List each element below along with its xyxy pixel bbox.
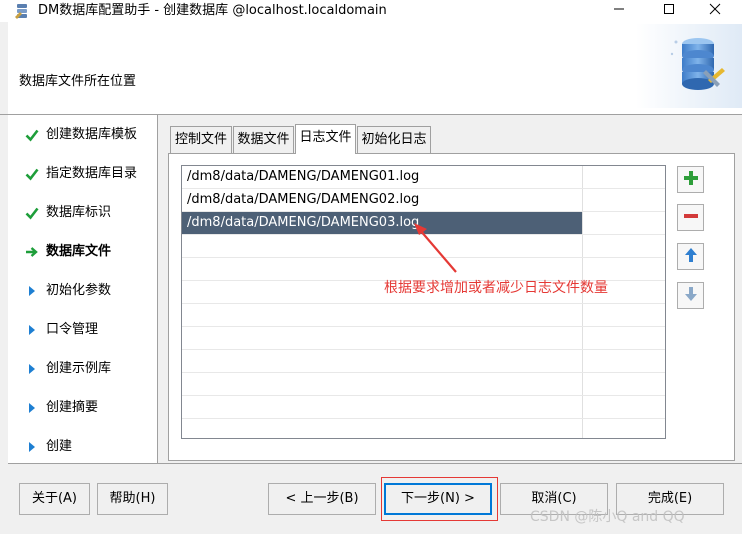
arrow-right-icon xyxy=(24,243,40,261)
empty-cell[interactable] xyxy=(182,327,583,349)
nav-item-db-identity: 数据库标识 xyxy=(8,201,158,225)
nav-item-init-params: 初始化参数 xyxy=(8,279,158,303)
page-title: 数据库文件所在位置 xyxy=(19,74,137,89)
minimize-icon xyxy=(613,3,625,19)
empty-cell[interactable] xyxy=(182,304,583,326)
header-edge xyxy=(0,22,8,114)
nav-item-label: 数据库标识 xyxy=(46,205,112,220)
table-cell[interactable] xyxy=(583,166,665,188)
footer-divider xyxy=(8,463,742,464)
table-row[interactable]: /dm8/data/DAMENG/DAMENG02.log xyxy=(182,189,665,212)
add-button[interactable] xyxy=(677,166,704,193)
empty-cell[interactable] xyxy=(182,373,583,395)
empty-row[interactable] xyxy=(182,419,665,438)
nav-item-label: 口令管理 xyxy=(46,322,99,337)
nav-item-db-files: 数据库文件 xyxy=(8,240,158,264)
triangle-right-icon xyxy=(24,399,40,417)
empty-row[interactable] xyxy=(182,396,665,419)
move-up-button[interactable] xyxy=(677,243,704,270)
minimize-button[interactable] xyxy=(596,0,642,22)
triangle-right-icon xyxy=(24,321,40,339)
empty-cell[interactable] xyxy=(182,350,583,372)
nav-item-label: 创建示例库 xyxy=(46,361,112,376)
maximize-icon xyxy=(663,3,675,19)
nav-item-label: 创建 xyxy=(46,439,73,454)
annotation-text: 根据要求增加或者减少日志文件数量 xyxy=(384,280,608,296)
nav-item-sample-db: 创建示例库 xyxy=(8,357,158,381)
empty-row[interactable] xyxy=(182,327,665,350)
empty-row[interactable] xyxy=(182,373,665,396)
help-button[interactable]: 帮助(H) xyxy=(97,483,168,515)
nav-item-create: 创建 xyxy=(8,435,158,459)
app-icon xyxy=(14,3,30,19)
check-icon xyxy=(24,126,40,144)
log-files-table[interactable]: /dm8/data/DAMENG/DAMENG01.log /dm8/data/… xyxy=(181,165,666,439)
triangle-right-icon xyxy=(24,438,40,456)
nav-item-label: 指定数据库目录 xyxy=(46,166,138,181)
annotation-highlight-box xyxy=(381,477,498,521)
move-down-button[interactable] xyxy=(677,282,704,309)
maximize-button[interactable] xyxy=(646,0,692,22)
minus-icon xyxy=(683,208,699,228)
prev-button[interactable]: < 上一步(B) xyxy=(268,483,376,515)
empty-cell[interactable] xyxy=(182,235,583,257)
check-icon xyxy=(24,165,40,183)
nav-item-summary: 创建摘要 xyxy=(8,396,158,420)
tab-data-files[interactable]: 数据文件 xyxy=(233,126,294,153)
window-title: DM数据库配置助手 - 创建数据库 @localhost.localdomain xyxy=(38,3,387,18)
step-navigation: 创建数据库模板 指定数据库目录 数据库标识 数据库文件 初始化参数 口令管理 创… xyxy=(8,115,158,463)
check-icon xyxy=(24,204,40,222)
close-icon xyxy=(709,3,721,19)
arrow-down-icon xyxy=(683,286,699,306)
arrow-up-icon xyxy=(683,247,699,267)
remove-button[interactable] xyxy=(677,204,704,231)
database-settings-icon xyxy=(636,24,742,108)
empty-row[interactable] xyxy=(182,350,665,373)
log-file-path[interactable]: /dm8/data/DAMENG/DAMENG03.log xyxy=(182,212,583,234)
table-cell[interactable] xyxy=(583,189,665,211)
log-file-path[interactable]: /dm8/data/DAMENG/DAMENG01.log xyxy=(182,166,583,188)
about-button[interactable]: 关于(A) xyxy=(19,483,90,515)
nav-item-password: 口令管理 xyxy=(8,318,158,342)
tab-control-files[interactable]: 控制文件 xyxy=(170,126,232,153)
annotation-arrow-icon xyxy=(414,223,457,273)
empty-cell[interactable] xyxy=(182,419,583,438)
nav-item-create-template: 创建数据库模板 xyxy=(8,123,158,147)
nav-item-label: 数据库文件 xyxy=(46,244,112,259)
nav-item-db-directory: 指定数据库目录 xyxy=(8,162,158,186)
tab-log-files[interactable]: 日志文件 xyxy=(295,124,356,154)
empty-row[interactable] xyxy=(182,304,665,327)
title-bar: DM数据库配置助手 - 创建数据库 @localhost.localdomain xyxy=(0,0,742,22)
nav-item-label: 创建摘要 xyxy=(46,400,99,415)
plus-icon xyxy=(683,170,699,190)
wizard-header: 数据库文件所在位置 xyxy=(0,22,742,114)
empty-cell[interactable] xyxy=(182,396,583,418)
table-row[interactable]: /dm8/data/DAMENG/DAMENG01.log xyxy=(182,166,665,189)
watermark: CSDN @陈小Q and QQ xyxy=(530,509,685,525)
nav-item-label: 初始化参数 xyxy=(46,283,112,298)
nav-item-label: 创建数据库模板 xyxy=(46,127,138,142)
tab-init-log[interactable]: 初始化日志 xyxy=(357,126,431,153)
close-button[interactable] xyxy=(692,0,738,22)
triangle-right-icon xyxy=(24,360,40,378)
table-cell[interactable] xyxy=(583,212,665,234)
log-file-path[interactable]: /dm8/data/DAMENG/DAMENG02.log xyxy=(182,189,583,211)
triangle-right-icon xyxy=(24,282,40,300)
